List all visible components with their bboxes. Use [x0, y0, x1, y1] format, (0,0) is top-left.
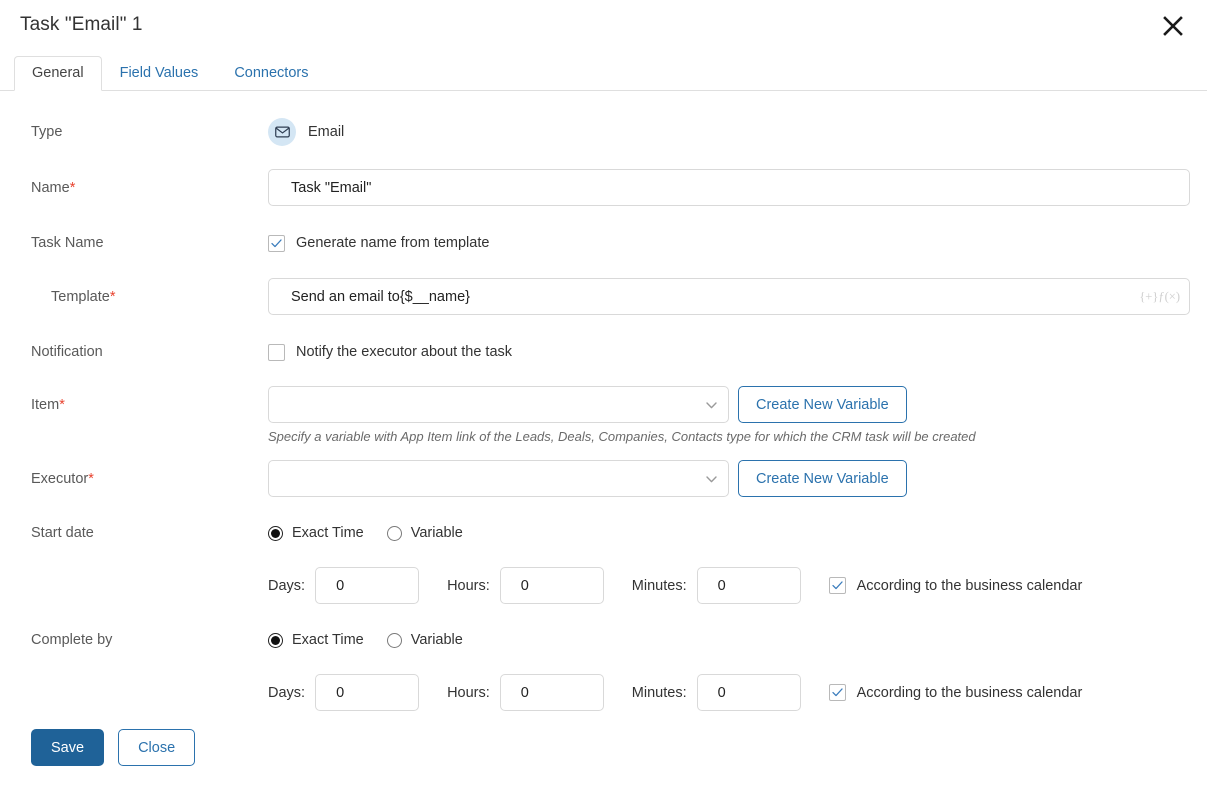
complete-by-radio-exact-time[interactable]	[268, 632, 283, 648]
complete-minutes-input[interactable]	[696, 674, 801, 711]
label-item: Item*	[0, 397, 268, 413]
row-complete-by: Complete by Exact Time Variable	[0, 623, 1207, 657]
start-date-radio-variable-label[interactable]: Variable	[411, 525, 463, 541]
complete-by-duration: Days: Hours: Minutes: According to the b…	[268, 674, 1207, 711]
template-input-wrap: {+}ƒ(×)	[268, 278, 1190, 315]
label-complete-by-text: Complete by	[31, 632, 113, 648]
tab-bar: General Field Values Connectors	[0, 50, 1207, 91]
label-item-text: Item	[31, 396, 60, 413]
executor-control: Create New Variable	[268, 460, 1207, 497]
template-control: {+}ƒ(×)	[268, 278, 1207, 315]
complete-hours-label: Hours:	[447, 684, 490, 701]
label-executor-text: Executor	[31, 470, 89, 487]
start-business-calendar-checkbox[interactable]	[828, 577, 846, 594]
label-type-text: Type	[31, 124, 63, 140]
row-start-date: Start date Exact Time Variable	[0, 516, 1207, 550]
page-title: Task "Email" 1	[20, 14, 143, 35]
general-form: Type Email Name* Task Name	[0, 91, 1207, 766]
complete-business-calendar-checkbox[interactable]	[828, 684, 846, 701]
dialog-footer: Save Close	[0, 711, 1207, 766]
executor-create-new-variable-button[interactable]: Create New Variable	[738, 460, 907, 497]
required-marker: *	[59, 396, 65, 413]
label-complete-by: Complete by	[0, 632, 268, 648]
label-name-text: Name	[31, 179, 70, 196]
complete-days-input[interactable]	[315, 674, 420, 711]
tab-connectors[interactable]: Connectors	[216, 56, 326, 92]
close-icon[interactable]	[1153, 6, 1193, 46]
close-button[interactable]: Close	[118, 729, 196, 766]
generate-name-label[interactable]: Generate name from template	[296, 235, 489, 251]
row-item: Item* Create New Variable	[0, 386, 1207, 423]
type-name-text: Email	[308, 124, 345, 140]
complete-by-radio-exact-time-label[interactable]: Exact Time	[292, 632, 364, 648]
start-calendar-wrap: According to the business calendar	[828, 577, 1083, 594]
complete-hours-input[interactable]	[499, 674, 604, 711]
task-name-control: Generate name from template	[268, 234, 1207, 252]
save-button[interactable]: Save	[31, 729, 105, 766]
start-hours-input[interactable]	[499, 567, 604, 604]
complete-by-mode-group: Exact Time Variable	[268, 632, 1207, 648]
envelope-icon	[268, 118, 296, 146]
notify-executor-label[interactable]: Notify the executor about the task	[296, 344, 512, 360]
required-marker: *	[88, 470, 94, 487]
complete-calendar-wrap: According to the business calendar	[828, 684, 1083, 701]
dialog-header: Task "Email" 1	[0, 0, 1207, 50]
label-notification: Notification	[0, 344, 268, 360]
complete-days-label: Days:	[268, 684, 306, 701]
executor-select-wrap	[268, 460, 729, 497]
row-task-name: Task Name Generate name from template	[0, 226, 1207, 260]
start-date-radio-exact-time-label[interactable]: Exact Time	[292, 525, 364, 541]
row-notification: Notification Notify the executor about t…	[0, 335, 1207, 369]
start-hours-label: Hours:	[447, 577, 490, 594]
label-type: Type	[0, 124, 268, 140]
row-start-date-duration: Days: Hours: Minutes: According to the b…	[0, 567, 1207, 604]
item-create-new-variable-button[interactable]: Create New Variable	[738, 386, 907, 423]
start-days-input[interactable]	[315, 567, 420, 604]
label-executor: Executor*	[0, 471, 268, 487]
complete-by-radio-variable[interactable]	[386, 632, 402, 648]
start-date-duration: Days: Hours: Minutes: According to the b…	[268, 567, 1207, 604]
label-start-date-text: Start date	[31, 525, 94, 541]
start-date-radio-variable[interactable]	[386, 525, 402, 541]
tab-field-values[interactable]: Field Values	[102, 56, 217, 92]
start-business-calendar-label[interactable]: According to the business calendar	[857, 578, 1083, 594]
label-start-date: Start date	[0, 525, 268, 541]
row-name: Name*	[0, 169, 1207, 206]
name-control	[268, 169, 1207, 206]
row-template: Template* {+}ƒ(×)	[0, 278, 1207, 315]
start-date-radio-exact-time[interactable]	[268, 525, 283, 541]
executor-select[interactable]	[268, 460, 729, 497]
label-task-name-text: Task Name	[31, 235, 104, 251]
notification-control: Notify the executor about the task	[268, 343, 1207, 361]
label-name: Name*	[0, 180, 268, 196]
start-minutes-input[interactable]	[696, 567, 801, 604]
item-select[interactable]	[268, 386, 729, 423]
complete-by-radio-variable-label[interactable]: Variable	[411, 632, 463, 648]
type-value: Email	[268, 118, 1207, 146]
label-task-name: Task Name	[0, 235, 268, 251]
template-input[interactable]	[268, 278, 1190, 315]
start-date-mode-group: Exact Time Variable	[268, 525, 1207, 541]
complete-minutes-label: Minutes:	[631, 684, 687, 701]
row-executor: Executor* Create New Variable	[0, 460, 1207, 497]
required-marker: *	[69, 179, 76, 196]
item-hint: Specify a variable with App Item link of…	[268, 429, 976, 444]
notify-executor-checkbox[interactable]	[268, 343, 285, 361]
row-complete-by-duration: Days: Hours: Minutes: According to the b…	[0, 674, 1207, 711]
label-notification-text: Notification	[31, 344, 103, 360]
row-type: Type Email	[0, 115, 1207, 149]
label-template-text: Template	[51, 288, 110, 305]
tab-general[interactable]: General	[14, 55, 102, 91]
required-marker: *	[109, 288, 116, 305]
item-select-wrap	[268, 386, 729, 423]
name-input[interactable]	[268, 169, 1190, 206]
start-minutes-label: Minutes:	[631, 577, 687, 594]
complete-business-calendar-label[interactable]: According to the business calendar	[857, 685, 1083, 701]
item-control: Create New Variable	[268, 386, 1207, 423]
label-template: Template*	[0, 289, 268, 305]
generate-name-checkbox[interactable]	[268, 234, 285, 252]
start-days-label: Days:	[268, 577, 306, 594]
